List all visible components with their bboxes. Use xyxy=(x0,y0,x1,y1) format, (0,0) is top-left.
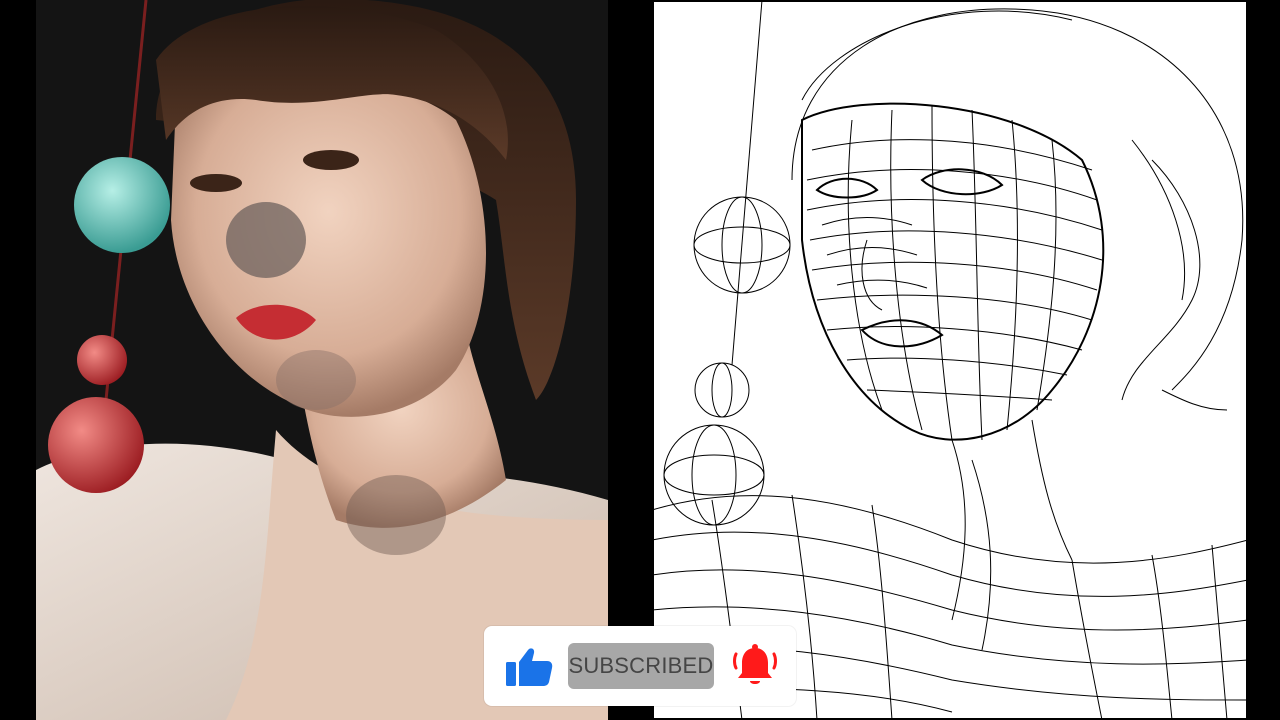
subscribe-overlay: SUBSCRIBED xyxy=(484,626,796,706)
thumbs-up-icon xyxy=(506,648,553,686)
painted-portrait-panel xyxy=(36,0,608,720)
video-frame: SUBSCRIBED xyxy=(0,0,1280,720)
teal-ornament xyxy=(74,157,170,253)
like-button[interactable] xyxy=(504,644,554,688)
wireframe-illustration xyxy=(652,0,1248,720)
portrait-illustration xyxy=(36,0,608,720)
notification-bell-button[interactable] xyxy=(730,642,780,690)
notification-bell-icon xyxy=(733,644,777,684)
subscribed-button[interactable]: SUBSCRIBED xyxy=(568,643,714,689)
wireframe-drawing-panel xyxy=(652,0,1248,720)
